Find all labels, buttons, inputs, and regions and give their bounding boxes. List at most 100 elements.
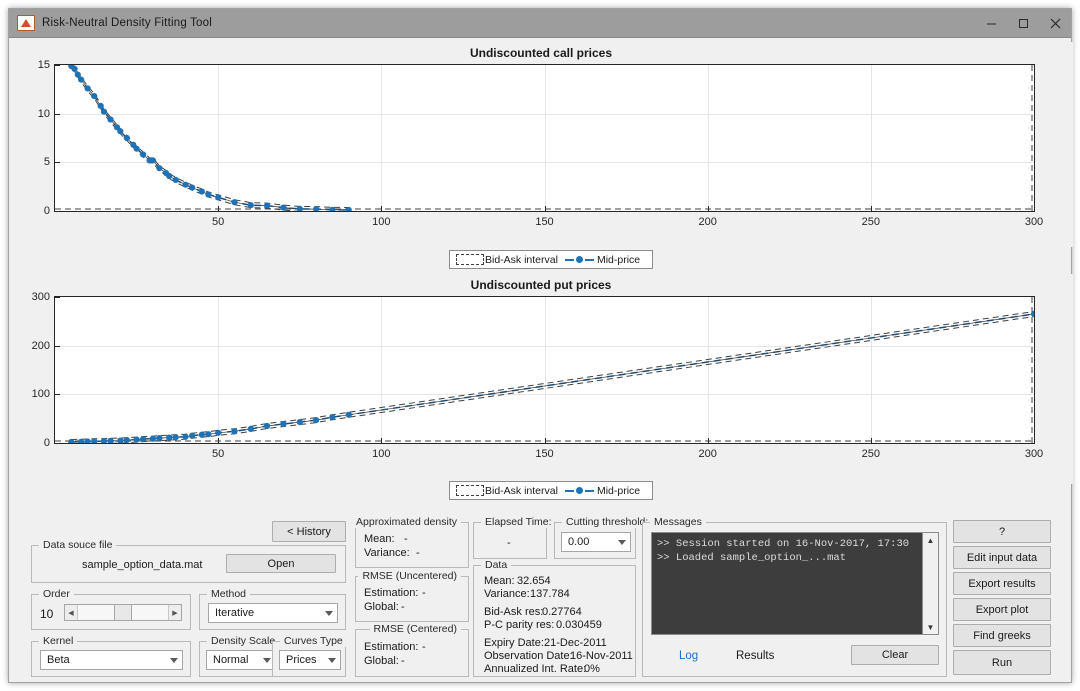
put-legend-bidask-label: Bid-Ask interval	[485, 485, 558, 497]
y-tick-label: 15	[38, 59, 50, 71]
edit-input-data-button[interactable]: Edit input data	[953, 546, 1051, 569]
data-point-marker	[134, 146, 140, 152]
data-point-marker	[1031, 311, 1034, 317]
put-chart-title: Undiscounted put prices	[9, 278, 1073, 292]
data-panel-title: Data	[481, 559, 511, 571]
rmse-cen-global-value: -	[401, 655, 405, 667]
data-point-marker	[124, 437, 130, 443]
tab-log[interactable]: Log	[679, 650, 698, 662]
order-panel: Order 10 ◀ ▶	[31, 594, 191, 630]
export-plot-button[interactable]: Export plot	[953, 598, 1051, 621]
cutting-threshold-value: 0.00	[562, 536, 613, 548]
density-scale-select[interactable]: Normal	[206, 650, 276, 670]
data-point-marker	[140, 436, 146, 442]
data-point-marker	[231, 428, 237, 434]
data-point-marker	[150, 436, 156, 442]
chevron-down-icon[interactable]	[613, 533, 630, 551]
density-scale-panel: Density Scale Normal	[199, 641, 281, 677]
messages-title: Messages	[650, 516, 706, 528]
bid-ask-envelope	[71, 65, 348, 208]
data-source-panel: Data souce file sample_option_data.mat O…	[31, 545, 346, 583]
data-panel: Data Mean: 32.654 Variance: 137.784 Bid-…	[473, 565, 636, 677]
mid-price-line-icon	[565, 487, 594, 494]
title-bar: Risk-Neutral Density Fitting Tool	[9, 9, 1071, 38]
series-layer	[55, 297, 1034, 443]
window-title: Risk-Neutral Density Fitting Tool	[42, 17, 212, 29]
chevron-down-icon[interactable]	[323, 651, 340, 669]
data-point-marker	[231, 199, 237, 205]
chevron-down-icon[interactable]	[320, 604, 337, 622]
scroll-down-icon[interactable]: ▼	[927, 620, 935, 634]
console-line: >> Loaded sample_option_...mat	[652, 551, 938, 565]
curves-type-select[interactable]: Prices	[279, 650, 341, 670]
window-controls	[975, 9, 1071, 37]
export-results-button[interactable]: Export results	[953, 572, 1051, 595]
rmse-unc-estimation-label: Estimation:	[364, 587, 418, 599]
method-select[interactable]: Iterative	[208, 603, 338, 623]
kernel-select[interactable]: Beta	[40, 650, 183, 670]
x-tick-label: 200	[698, 448, 716, 460]
open-file-button[interactable]: Open	[226, 554, 336, 573]
y-tick-label: 0	[44, 205, 50, 217]
data-point-marker	[189, 433, 195, 439]
clear-button[interactable]: Clear	[851, 645, 939, 665]
call-plot-area: 05101550100150200250300	[54, 64, 1035, 212]
data-mean-label: Mean:	[484, 575, 515, 587]
curves-type-value: Prices	[280, 654, 323, 666]
method-value: Iterative	[209, 607, 320, 619]
x-tick-label: 250	[862, 216, 880, 228]
data-expiry-label: Expiry Date:	[484, 637, 544, 649]
data-point-marker	[78, 77, 84, 83]
messages-console[interactable]: >> Session started on 16-Nov-2017, 17:30…	[651, 532, 939, 635]
mid-price-line-icon	[565, 256, 594, 263]
order-value: 10	[40, 607, 53, 621]
data-bidask-label: Bid-Ask res:	[484, 606, 543, 618]
run-button[interactable]: Run	[953, 650, 1051, 675]
bid-ask-patch-icon	[456, 254, 484, 265]
console-scrollbar[interactable]: ▲ ▼	[922, 533, 938, 634]
rmse-uncentered-panel: RMSE (Uncentered) Estimation: - Global: …	[355, 576, 469, 622]
data-expiry-value: 21-Dec-2011	[544, 637, 607, 649]
data-point-marker	[248, 426, 254, 432]
elapsed-time-value: -	[507, 537, 511, 549]
y-tick-label: 10	[38, 108, 50, 120]
x-tick-label: 100	[372, 216, 390, 228]
cutting-threshold-select[interactable]: 0.00	[561, 532, 631, 552]
scroll-up-icon[interactable]: ▲	[927, 533, 935, 547]
help-button[interactable]: ?	[953, 520, 1051, 543]
maximize-icon[interactable]	[1007, 9, 1039, 37]
order-slider[interactable]: ◀ ▶	[64, 604, 182, 621]
data-pcparity-value: 0.030459	[556, 619, 602, 631]
find-greeks-button[interactable]: Find greeks	[953, 624, 1051, 647]
order-slider-right-arrow[interactable]: ▶	[168, 605, 181, 620]
data-point-marker	[101, 109, 107, 115]
data-point-marker	[280, 205, 286, 211]
put-chart-legend: Bid-Ask interval Mid-price	[449, 481, 653, 500]
y-tick-mark	[55, 211, 60, 212]
call-legend-mid-label: Mid-price	[597, 254, 640, 266]
order-slider-thumb[interactable]	[114, 605, 132, 620]
history-button[interactable]: < History	[272, 521, 346, 542]
order-slider-left-arrow[interactable]: ◀	[65, 605, 78, 620]
data-point-marker	[134, 437, 140, 443]
x-tick-label: 150	[535, 448, 553, 460]
minimize-icon[interactable]	[975, 9, 1007, 37]
x-tick-label: 300	[1025, 216, 1043, 228]
approx-mean-label: Mean:	[364, 533, 395, 545]
call-chart-legend: Bid-Ask interval Mid-price	[449, 250, 653, 269]
order-slider-track[interactable]	[78, 605, 168, 620]
mid-price-line-overlay	[71, 66, 348, 210]
data-point-marker	[264, 423, 270, 429]
y-tick-label: 300	[32, 291, 50, 303]
data-point-marker	[156, 165, 162, 171]
put-legend-mid-label: Mid-price	[597, 485, 640, 497]
tab-results[interactable]: Results	[736, 650, 774, 662]
application-window: Risk-Neutral Density Fitting Tool Undisc…	[8, 8, 1072, 683]
method-panel: Method Iterative	[199, 594, 346, 630]
chevron-down-icon[interactable]	[165, 651, 182, 669]
data-source-title: Data souce file	[39, 539, 116, 551]
data-point-marker	[280, 421, 286, 427]
close-icon[interactable]	[1039, 9, 1071, 37]
density-scale-value: Normal	[207, 654, 258, 666]
data-point-marker	[182, 434, 188, 440]
